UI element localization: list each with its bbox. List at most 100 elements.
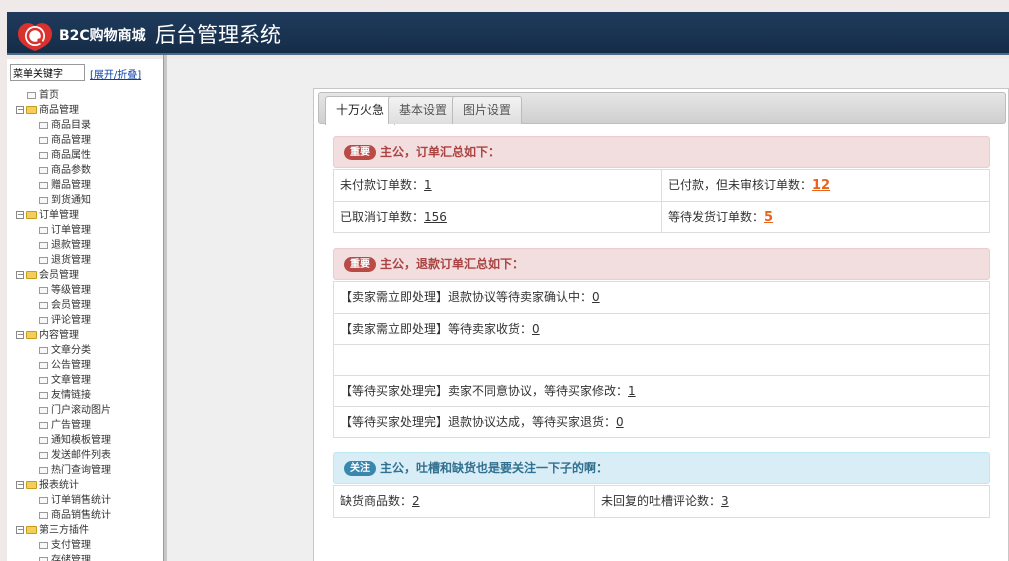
tab-image-settings[interactable]: 图片设置 [452, 96, 523, 124]
page-icon [39, 406, 48, 414]
menu-item[interactable]: 商品目录 [7, 118, 163, 133]
orders-summary-table: 未付款订单数：1 已付款，但未审核订单数：12 已取消订单数：156 等待发货订… [333, 169, 990, 233]
menu-item[interactable]: 商品销售统计 [7, 508, 163, 523]
table-row [334, 344, 989, 375]
refunds-heading-text: 主公，退款订单汇总如下： [380, 257, 525, 271]
refund-count-link[interactable]: 0 [532, 322, 540, 336]
menu-item[interactable]: 存储管理 [7, 553, 163, 561]
menu-item[interactable]: 文章分类 [7, 343, 163, 358]
menu-item[interactable]: 发送邮件列表 [7, 448, 163, 463]
menu-item[interactable]: 等级管理 [7, 283, 163, 298]
folder-icon [26, 271, 37, 279]
menu-folder[interactable]: − 报表统计 [7, 478, 163, 493]
page-icon [39, 556, 48, 561]
page-icon [39, 121, 48, 129]
refund-count-link[interactable]: 1 [628, 384, 636, 398]
menu-item-label: 赠品管理 [51, 180, 91, 191]
page-icon [39, 511, 48, 519]
out-of-stock-cell: 缺货商品数：2 [334, 486, 594, 517]
menu-item-label: 门户滚动图片 [51, 405, 111, 416]
menu-folder[interactable]: − 会员管理 [7, 268, 163, 283]
unpaid-orders-link[interactable]: 1 [424, 178, 432, 192]
refund-cell: 【等待买家处理完】卖家不同意协议，等待买家修改：1 [334, 376, 989, 406]
menu-item[interactable]: 支付管理 [7, 538, 163, 553]
menu-item[interactable]: 商品属性 [7, 148, 163, 163]
page-icon [39, 541, 48, 549]
collapse-toggle-icon[interactable]: − [16, 271, 24, 279]
menu-item[interactable]: 公告管理 [7, 358, 163, 373]
cancelled-orders-label: 已取消订单数： [340, 210, 425, 224]
table-row: 缺货商品数：2 未回复的吐槽评论数：3 [334, 486, 989, 517]
await-ship-label: 等待发货订单数： [668, 210, 765, 224]
menu-item[interactable]: 商品管理 [7, 133, 163, 148]
tab-bar: 十万火急 基本设置 图片设置 [318, 92, 1006, 125]
menu-item-label: 退款管理 [51, 240, 91, 251]
menu-item[interactable]: 赠品管理 [7, 178, 163, 193]
page-icon [39, 466, 48, 474]
cancelled-orders-link[interactable]: 156 [424, 210, 447, 224]
folder-icon [26, 211, 37, 219]
refund-count-link[interactable]: 0 [592, 290, 600, 304]
menu-folder[interactable]: − 订单管理 [7, 208, 163, 223]
menu-item[interactable]: 退货管理 [7, 253, 163, 268]
menu-item-label: 等级管理 [51, 285, 91, 296]
out-of-stock-link[interactable]: 2 [412, 494, 420, 508]
collapse-toggle-icon[interactable]: − [16, 106, 24, 114]
collapse-toggle-icon[interactable]: − [16, 526, 24, 534]
page-icon [39, 451, 48, 459]
expand-collapse-link[interactable]: [展开/折叠] [90, 70, 141, 81]
folder-icon [26, 331, 37, 339]
folder-icon [26, 106, 37, 114]
collapse-toggle-icon[interactable]: − [16, 211, 24, 219]
menu-item[interactable]: 订单销售统计 [7, 493, 163, 508]
refund-label: 【卖家需立即处理】退款协议等待卖家确认中： [340, 290, 593, 304]
menu-item-label: 友情链接 [51, 390, 91, 401]
tab-urgent[interactable]: 十万火急 [325, 96, 396, 125]
menu-search-input[interactable] [10, 64, 85, 81]
menu-item[interactable]: 首页 [7, 88, 163, 103]
unpaid-orders-cell: 未付款订单数：1 [334, 170, 661, 201]
menu-item-label: 文章管理 [51, 375, 91, 386]
menu-item[interactable]: 到货通知 [7, 193, 163, 208]
paid-unreviewed-cell: 已付款，但未审核订单数：12 [661, 170, 989, 201]
cancelled-orders-cell: 已取消订单数：156 [334, 202, 661, 232]
table-row: 【卖家需立即处理】退款协议等待卖家确认中：0 [334, 282, 989, 313]
menu-folder[interactable]: − 第三方插件 [7, 523, 163, 538]
page-icon [39, 196, 48, 204]
collapse-toggle-icon[interactable]: − [16, 481, 24, 489]
menu-item[interactable]: 退款管理 [7, 238, 163, 253]
menu-item-label: 热门查询管理 [51, 465, 111, 476]
menu-item[interactable]: 文章管理 [7, 373, 163, 388]
menu-item[interactable]: 友情链接 [7, 388, 163, 403]
tab-basic-settings[interactable]: 基本设置 [388, 96, 459, 124]
folder-icon [26, 526, 37, 534]
unreplied-comments-link[interactable]: 3 [721, 494, 729, 508]
logo-icon [18, 23, 52, 51]
menu-item-label: 商品管理 [51, 135, 91, 146]
paid-unreviewed-link[interactable]: 12 [812, 178, 830, 193]
menu-item[interactable]: 订单管理 [7, 223, 163, 238]
menu-item[interactable]: 广告管理 [7, 418, 163, 433]
refund-label: 【卖家需立即处理】等待卖家收货： [340, 322, 533, 336]
menu-item[interactable]: 商品参数 [7, 163, 163, 178]
table-row: 【等待买家处理完】卖家不同意协议，等待买家修改：1 [334, 375, 989, 406]
page-icon [39, 151, 48, 159]
menu-item[interactable]: 评论管理 [7, 313, 163, 328]
refund-count-link[interactable]: 0 [616, 415, 624, 429]
menu-item[interactable]: 通知模板管理 [7, 433, 163, 448]
menu-item-label: 商品管理 [39, 105, 79, 116]
page-icon [39, 256, 48, 264]
page-icon [39, 166, 48, 174]
await-ship-link[interactable]: 5 [764, 210, 773, 225]
unreplied-comments-cell: 未回复的吐槽评论数：3 [594, 486, 989, 517]
menu-item-label: 发送邮件列表 [51, 450, 111, 461]
menu-folder[interactable]: − 内容管理 [7, 328, 163, 343]
menu-item[interactable]: 门户滚动图片 [7, 403, 163, 418]
menu-item[interactable]: 会员管理 [7, 298, 163, 313]
menu-item-label: 订单管理 [39, 210, 79, 221]
page-icon [39, 181, 48, 189]
menu-folder[interactable]: − 商品管理 [7, 103, 163, 118]
menu-item[interactable]: 热门查询管理 [7, 463, 163, 478]
orders-heading-text: 主公，订单汇总如下： [380, 145, 501, 159]
collapse-toggle-icon[interactable]: − [16, 331, 24, 339]
